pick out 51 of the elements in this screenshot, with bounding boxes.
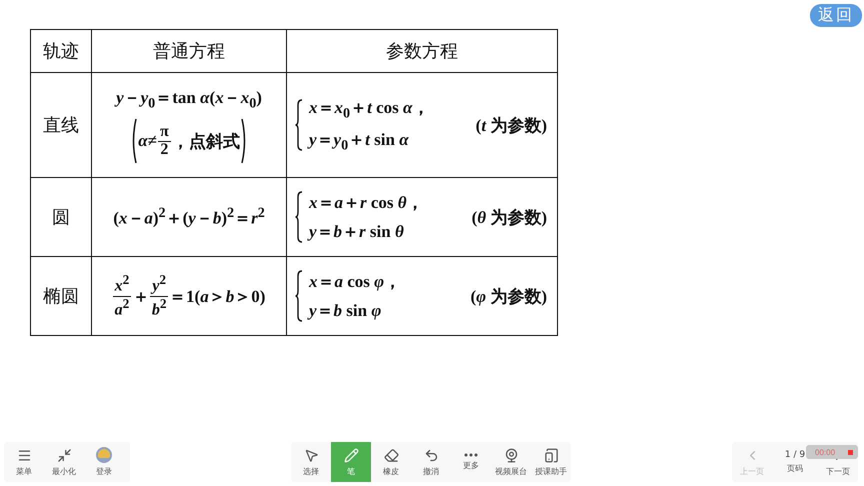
- tool-button[interactable]: 更多: [451, 442, 491, 482]
- brace-drawing: [295, 191, 303, 243]
- trajectory-label: 椭圆: [42, 285, 80, 308]
- tool-button[interactable]: 授课助手: [531, 442, 571, 482]
- page-number: 1 / 9: [784, 450, 806, 460]
- parameter-note: (φ 为参数): [470, 286, 547, 308]
- parameter-note: (t 为参数): [476, 114, 547, 136]
- webcam-icon: [504, 448, 518, 462]
- avatar-icon: [96, 447, 112, 463]
- parametric-equation: x＝a＋r cos θ，: [309, 192, 424, 214]
- tool-button[interactable]: 视频展台: [491, 442, 531, 482]
- trajectory-label: 直线: [42, 114, 80, 137]
- table-header: 参数方程: [286, 30, 558, 72]
- formula-text: (x－a)$^{2}$＋(y－b)$^{2}$＝r$^{2}$: [113, 204, 265, 230]
- parametric-equation: x＝x$_{0}$＋t cos α，: [309, 96, 430, 122]
- parametric-equation: y＝b sin φ: [309, 300, 382, 322]
- toolbar-button[interactable]: 登录: [84, 442, 124, 482]
- toolbar-button[interactable]: 最小化: [44, 442, 84, 482]
- menu-icon: [16, 448, 32, 462]
- formula-text: ，点斜式: [172, 130, 240, 153]
- formula-text: ＝1(a＞b＞0): [169, 286, 266, 308]
- parenthesis-drawing: [130, 118, 138, 164]
- trajectory-label: 圆: [51, 206, 71, 229]
- pointer-icon: [304, 448, 318, 462]
- tool-button[interactable]: 选择: [291, 442, 331, 482]
- more-icon: [464, 453, 478, 457]
- minimize-icon: [56, 448, 72, 462]
- formula-text: y－y$_{0}$＝tan α(x－x$_{0}$): [116, 86, 262, 112]
- parametric-equation: x＝a cos φ，: [309, 271, 402, 293]
- brace-drawing: [295, 99, 303, 151]
- table-header: 轨迹: [30, 30, 92, 72]
- parametric-equation: y＝y$_{0}$＋t sin α: [309, 129, 410, 154]
- brace-drawing: [295, 270, 303, 322]
- timer-text: 00:00: [815, 448, 836, 456]
- pencil-icon: [344, 448, 358, 462]
- formula-text: ＋: [132, 286, 150, 308]
- formula-text: α≠: [138, 131, 157, 152]
- fraction: π 2: [158, 124, 171, 158]
- fraction: y$^{2}$ b$^{2}$: [150, 273, 168, 319]
- tablet-icon: [544, 448, 558, 462]
- eraser-icon: [384, 448, 398, 462]
- parenthesis-drawing: [240, 118, 248, 164]
- parameter-note: (θ 为参数): [472, 206, 547, 228]
- tool-button[interactable]: 橡皮: [371, 442, 411, 482]
- stop-icon: [848, 450, 853, 454]
- undo-icon: [424, 448, 438, 462]
- table-header: 普通方程: [92, 30, 286, 72]
- parametric-equation: y＝b＋r sin θ: [309, 221, 405, 243]
- tool-button[interactable]: 撤消: [411, 442, 451, 482]
- toolbar-button[interactable]: 菜单: [4, 442, 44, 482]
- fraction: x$^{2}$ a$^{2}$: [112, 273, 132, 319]
